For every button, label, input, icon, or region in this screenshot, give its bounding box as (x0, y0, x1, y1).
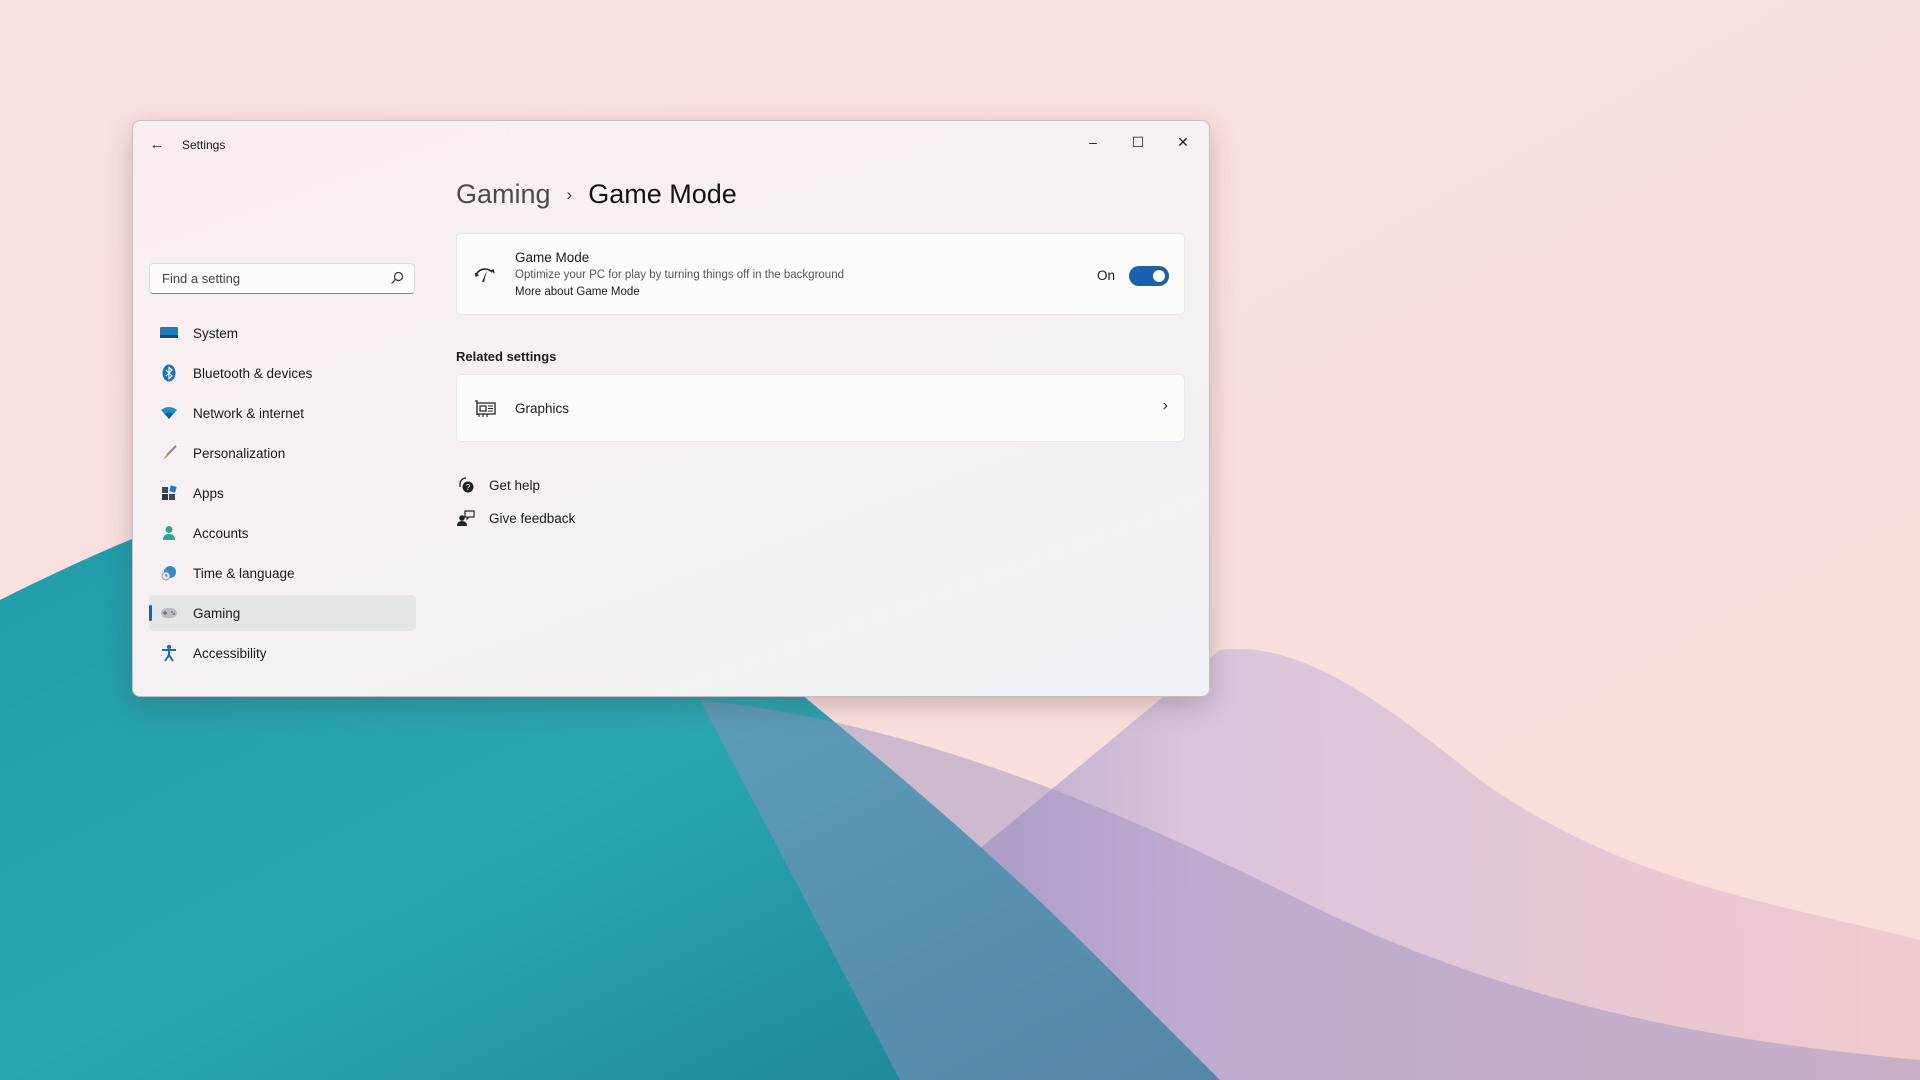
game-mode-toggle[interactable] (1129, 266, 1169, 286)
give-feedback-label: Give feedback (489, 510, 576, 526)
apps-icon (159, 483, 179, 503)
minimize-button[interactable]: – (1071, 127, 1115, 157)
breadcrumb-parent[interactable]: Gaming (456, 179, 551, 210)
sidebar-item-network[interactable]: Network & internet (149, 395, 416, 431)
wifi-icon (159, 403, 179, 423)
svg-text:?: ? (466, 483, 471, 492)
graphics-label: Graphics (515, 401, 570, 416)
page-title: Game Mode (588, 179, 737, 209)
settings-window: ← Settings – ☐ ✕ System Bluetooth & devi… (132, 120, 1210, 697)
feedback-icon (456, 508, 476, 528)
sidebar-item-bluetooth[interactable]: Bluetooth & devices (149, 355, 416, 391)
sidebar-item-system[interactable]: System (149, 315, 416, 351)
graphics-setting-row[interactable]: Graphics › (456, 374, 1185, 442)
chevron-right-icon: › (566, 184, 573, 204)
sidebar-item-label: System (193, 325, 239, 341)
sidebar-item-label: Bluetooth & devices (193, 365, 313, 381)
minimize-icon: – (1089, 134, 1097, 150)
sidebar-item-label: Gaming (193, 605, 241, 621)
sidebar-item-label: Apps (193, 485, 224, 501)
sidebar-item-label: Network & internet (193, 405, 305, 421)
search-icon[interactable] (390, 271, 404, 288)
get-help-label: Get help (489, 477, 541, 493)
speedometer-icon (473, 263, 497, 287)
active-indicator (149, 605, 152, 621)
game-mode-title: Game Mode (515, 250, 590, 265)
toggle-state-label: On (1096, 268, 1115, 283)
bluetooth-icon (159, 363, 179, 383)
accessibility-icon (159, 643, 179, 663)
title-bar: ← Settings – ☐ ✕ (133, 121, 1209, 165)
sidebar-item-time-language[interactable]: Time & language (149, 555, 416, 591)
give-feedback-link[interactable]: Give feedback (456, 508, 575, 528)
person-icon (159, 523, 179, 543)
breadcrumb: Gaming › Game Mode (456, 179, 737, 210)
globe-clock-icon (159, 563, 179, 583)
game-mode-description: Optimize your PC for play by turning thi… (515, 269, 844, 281)
arrow-left-icon: ← (149, 136, 165, 153)
more-about-game-mode-link[interactable]: More about Game Mode (515, 286, 640, 298)
gamepad-icon (159, 603, 179, 623)
close-icon: ✕ (1177, 134, 1189, 150)
chevron-right-icon: › (1162, 397, 1168, 414)
sidebar-item-label: Personalization (193, 445, 286, 461)
maximize-icon: ☐ (1131, 134, 1145, 150)
search-box[interactable] (149, 263, 415, 294)
sidebar-item-accessibility[interactable]: Accessibility (149, 635, 416, 671)
close-button[interactable]: ✕ (1161, 127, 1205, 157)
search-input[interactable] (160, 270, 384, 287)
monitor-icon (159, 323, 179, 343)
game-mode-card: Game Mode Optimize your PC for play by t… (456, 233, 1185, 315)
sidebar-item-gaming[interactable]: Gaming (149, 595, 416, 631)
sidebar-item-apps[interactable]: Apps (149, 475, 416, 511)
toggle-knob (1153, 270, 1165, 282)
help-icon: ? (456, 475, 476, 495)
sidebar-item-accounts[interactable]: Accounts (149, 515, 416, 551)
brush-icon (159, 443, 179, 463)
back-button[interactable]: ← (147, 135, 167, 155)
sidebar-item-label: Time & language (193, 565, 295, 581)
app-title: Settings (182, 138, 226, 152)
graphics-card-icon (473, 397, 497, 421)
sidebar-item-personalization[interactable]: Personalization (149, 435, 416, 471)
get-help-link[interactable]: ? Get help (456, 475, 540, 495)
sidebar-nav: System Bluetooth & devices Network & int… (149, 315, 416, 675)
sidebar-item-label: Accessibility (193, 645, 267, 661)
maximize-button[interactable]: ☐ (1116, 127, 1160, 157)
related-settings-heading: Related settings (456, 349, 557, 364)
sidebar-item-label: Accounts (193, 525, 249, 541)
